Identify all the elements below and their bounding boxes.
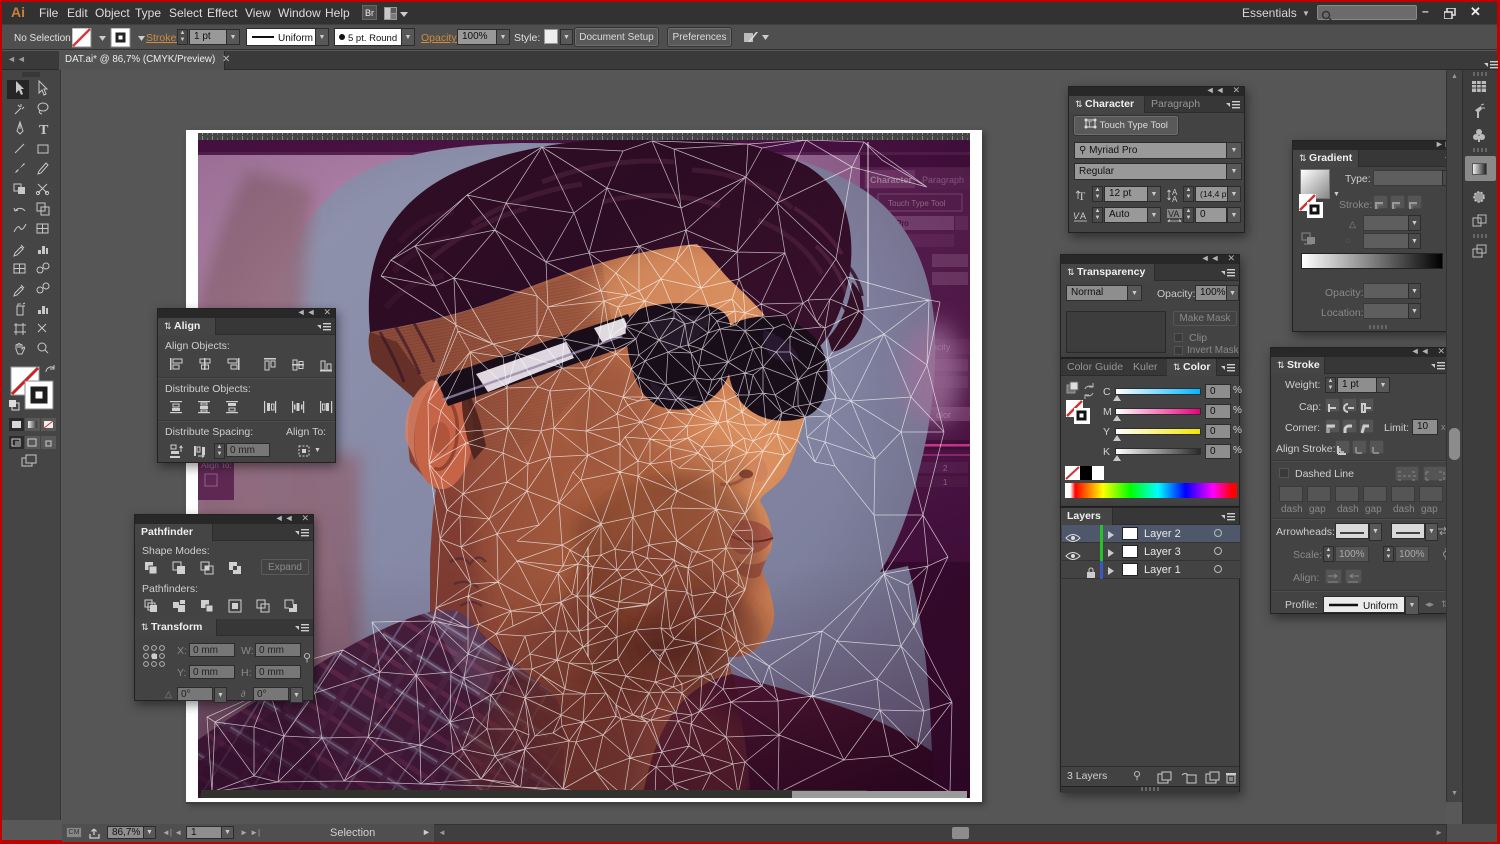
svg-text:T: T <box>1078 189 1086 202</box>
svg-text:T: T <box>39 123 49 138</box>
svg-text:V: V <box>1073 211 1080 221</box>
svg-text:A: A <box>1080 211 1086 221</box>
svg-text:VA: VA <box>1168 209 1179 219</box>
svg-text:Uniform: Uniform <box>1363 601 1398 612</box>
svg-text:A: A <box>1172 195 1178 202</box>
svg-text:5 pt. Round: 5 pt. Round <box>348 33 397 44</box>
svg-text:Uniform: Uniform <box>278 33 313 44</box>
svg-text:T: T <box>1088 122 1093 129</box>
